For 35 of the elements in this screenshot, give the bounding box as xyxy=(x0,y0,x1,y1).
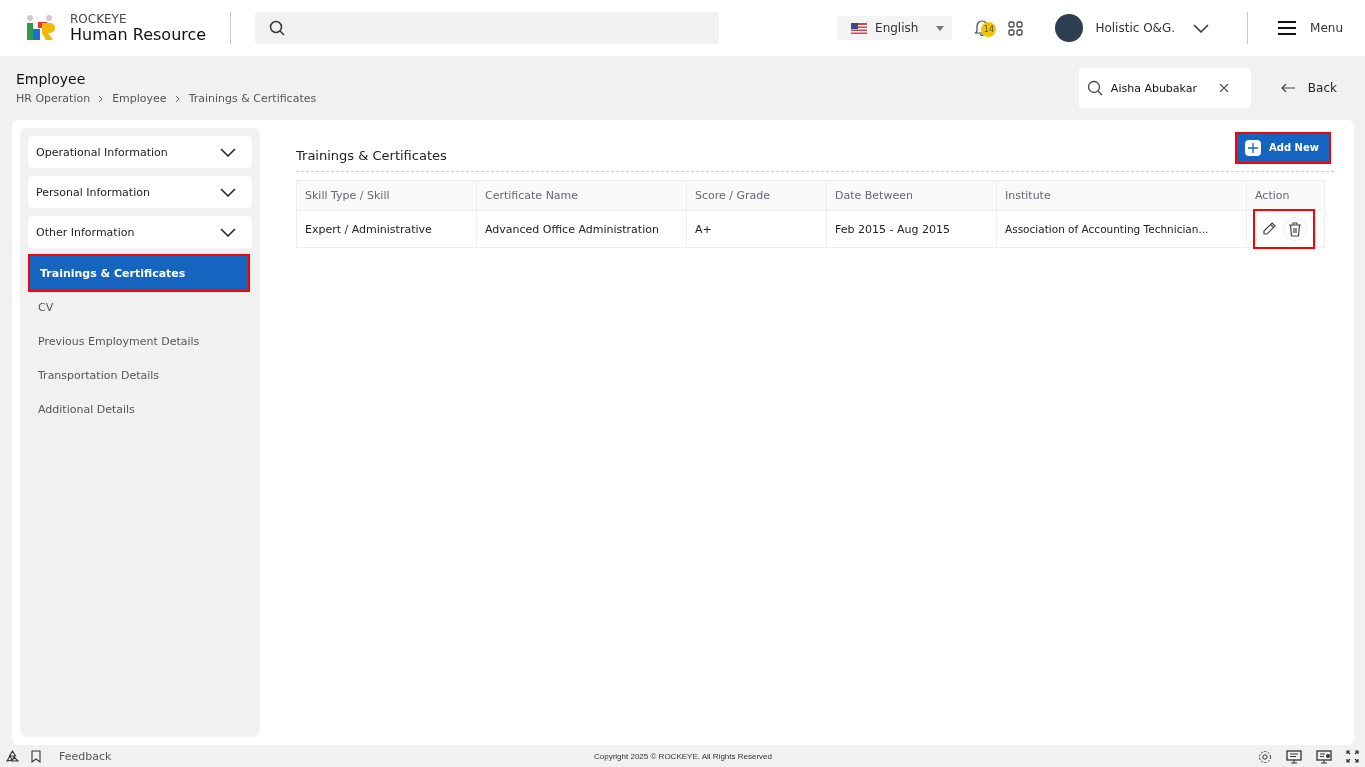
table-cell: Expert / Administrative xyxy=(296,210,477,248)
table-cell: A+ xyxy=(686,210,827,248)
sidebar-item[interactable]: CV xyxy=(28,290,252,324)
menu-button[interactable]: Menu xyxy=(1268,21,1343,35)
column-header: Certificate Name xyxy=(476,180,687,211)
feedback-link[interactable]: Feedback xyxy=(59,750,112,763)
accordion-section[interactable]: Other Information xyxy=(28,216,252,248)
sidebar-item[interactable]: Transportation Details xyxy=(28,358,252,392)
column-header: Institute xyxy=(996,180,1247,211)
page-title: Employee xyxy=(16,71,87,87)
employee-search-field[interactable]: Aisha Abubakar xyxy=(1078,68,1251,108)
table-cell: Feb 2015 - Aug 2015 xyxy=(826,210,997,248)
section-title: Trainings & Certificates xyxy=(296,148,447,163)
table-cell: Advanced Office Administration xyxy=(476,210,687,248)
copyright-text: Copyright 2025 © ROCKEYE. All Rights Reserved xyxy=(594,752,772,761)
breadcrumb-link[interactable]: Employee xyxy=(112,92,167,105)
language-select[interactable]: English xyxy=(837,16,953,40)
breadcrumb-link[interactable]: Trainings & Certificates xyxy=(188,92,317,105)
column-header: Action xyxy=(1246,180,1325,211)
column-header: Skill Type / Skill xyxy=(296,180,477,211)
brand-name: ROCKEYE xyxy=(70,12,128,26)
column-header: Date Between xyxy=(826,180,997,211)
table-cell: Association of Accounting Technician... xyxy=(996,210,1247,248)
breadcrumb-link[interactable]: HR Operation xyxy=(16,92,91,105)
user-name[interactable]: Holistic O&G. xyxy=(1095,21,1176,35)
accordion-section[interactable]: Personal Information xyxy=(28,176,252,208)
notification-badge: 14 xyxy=(981,22,997,37)
column-header: Score / Grade xyxy=(686,180,827,211)
sidebar-item[interactable]: Additional Details xyxy=(28,392,252,426)
sidebar-item[interactable]: Previous Employment Details xyxy=(28,324,252,358)
back-button[interactable]: Back xyxy=(1274,80,1343,96)
accordion-section[interactable]: Operational Information xyxy=(28,136,252,168)
add-new-button[interactable]: Add New xyxy=(1237,133,1329,162)
sidebar-item[interactable]: Trainings & Certificates xyxy=(30,256,248,290)
product-name: Human Resource xyxy=(70,25,207,44)
